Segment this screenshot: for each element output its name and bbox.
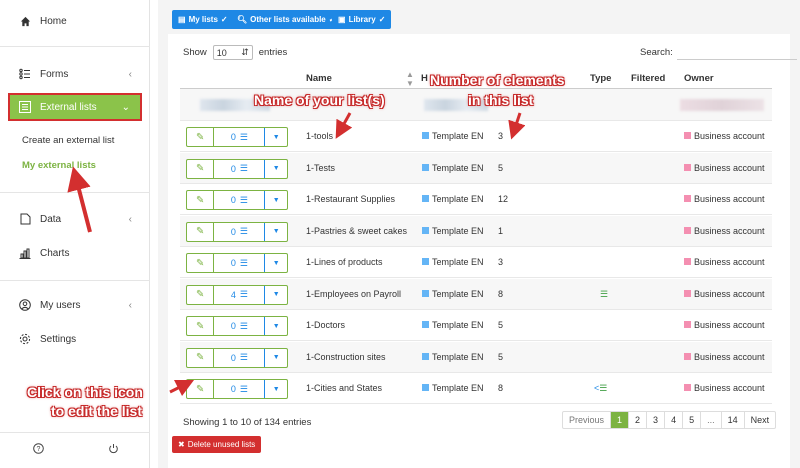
arrow-to-my-lists — [67, 166, 92, 233]
arrow-to-pencil — [169, 379, 195, 397]
arrow-to-elements — [508, 112, 526, 140]
annotation-arrows — [67, 112, 526, 397]
arrow-to-name — [335, 112, 353, 139]
